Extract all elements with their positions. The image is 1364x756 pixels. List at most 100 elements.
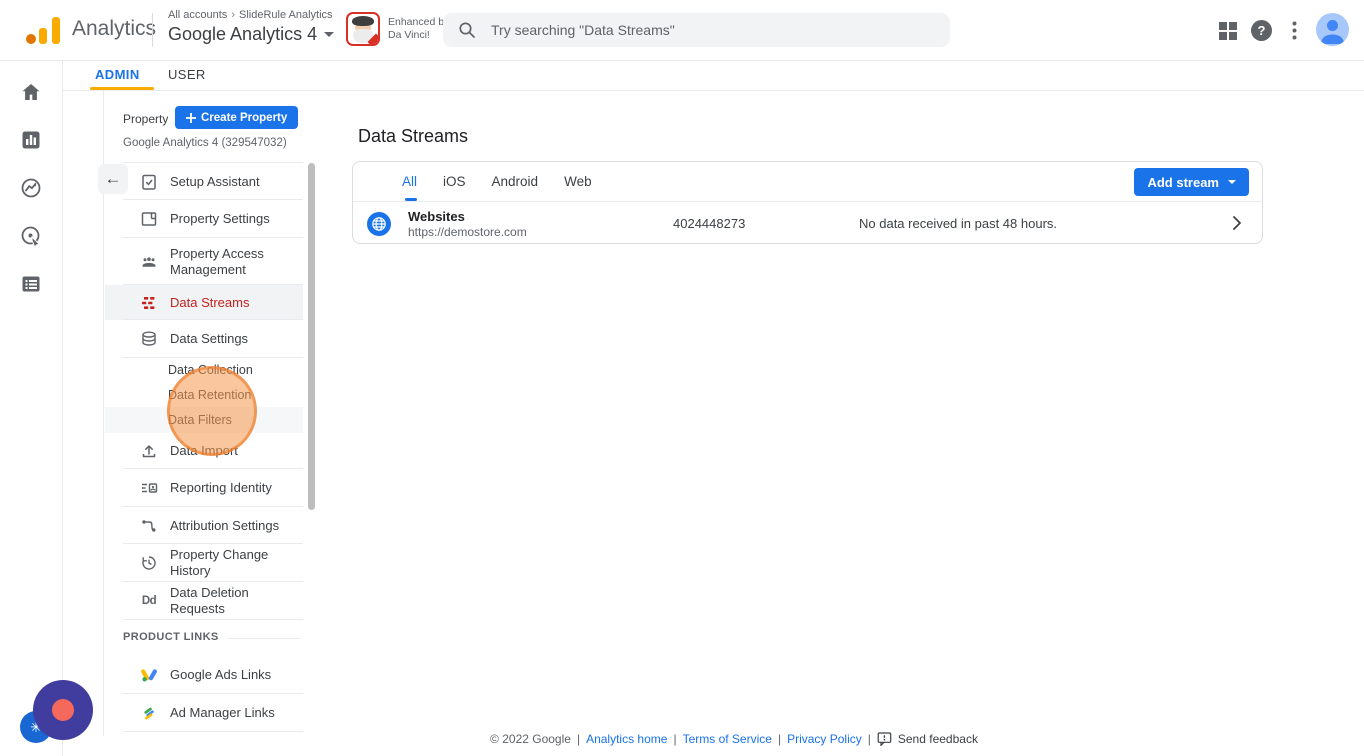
nav-explore[interactable] xyxy=(0,164,62,212)
menu-item-ad-manager-links[interactable]: Ad Manager Links xyxy=(105,694,303,732)
menu-item-property-access-management[interactable]: Property Access Management xyxy=(105,238,303,285)
breadcrumb-root[interactable]: All accounts xyxy=(168,9,227,21)
nav-home[interactable] xyxy=(0,68,62,116)
stream-status: No data received in past 48 hours. xyxy=(859,216,1058,231)
property-name: Google Analytics 4 (329547032) xyxy=(123,137,287,149)
stream-id: 4024448273 xyxy=(673,216,746,231)
add-stream-button[interactable]: Add stream xyxy=(1134,168,1249,196)
admin-list-icon xyxy=(22,276,40,292)
menu-subitem-data-retention[interactable]: Data Retention xyxy=(105,383,303,407)
footer-link-privacy-policy[interactable]: Privacy Policy xyxy=(787,732,862,746)
menu-item-data-streams[interactable]: Data Streams xyxy=(105,285,303,320)
home-icon xyxy=(22,84,40,100)
property-menu: Setup Assistant Property Settings Proper… xyxy=(105,163,303,732)
help-icon[interactable]: ? xyxy=(1251,20,1272,41)
chevron-down-icon xyxy=(1228,180,1236,184)
google-ads-icon xyxy=(140,666,158,684)
page-title: Data Streams xyxy=(358,126,469,146)
back-arrow-icon: ← xyxy=(104,169,122,188)
stream-row-websites[interactable]: Websites https://demostore.com 402444827… xyxy=(353,202,1262,245)
top-bar: Analytics All accounts › SlideRule Analyti… xyxy=(0,0,1364,61)
database-icon xyxy=(140,330,158,348)
stream-url: https://demostore.com xyxy=(408,224,527,239)
ad-manager-icon xyxy=(140,704,158,722)
explore-trend-icon xyxy=(21,178,41,198)
menu-subitem-data-collection[interactable]: Data Collection xyxy=(105,358,303,383)
search-input[interactable] xyxy=(489,21,913,39)
tab-user[interactable]: USER xyxy=(168,67,206,82)
menu-item-setup-assistant[interactable]: Setup Assistant xyxy=(105,163,303,200)
stream-tab-ios[interactable]: iOS xyxy=(443,174,466,189)
stream-name: Websites xyxy=(408,208,465,224)
menu-item-reporting-identity[interactable]: Reporting Identity xyxy=(105,469,303,507)
google-analytics-logo-icon xyxy=(26,17,60,44)
stream-tab-android[interactable]: Android xyxy=(492,174,539,189)
menu-item-data-import[interactable]: Data Import xyxy=(105,433,303,469)
web-globe-icon xyxy=(367,211,391,236)
property-menu-scrollbar[interactable] xyxy=(308,163,315,510)
chevron-down-icon xyxy=(324,32,335,37)
property-selector-label: Google Analytics 4 xyxy=(168,24,318,44)
tab-admin[interactable]: ADMIN xyxy=(95,67,140,82)
brand-name: Analytics xyxy=(72,17,157,40)
advertising-target-icon xyxy=(21,226,41,248)
enhanced-badge-text: Enhanced by Da Vinci! xyxy=(388,15,450,41)
section-product-links: PRODUCT LINKS xyxy=(105,620,303,656)
history-icon xyxy=(140,554,158,572)
user-avatar[interactable] xyxy=(1316,13,1349,46)
stream-tab-web[interactable]: Web xyxy=(564,174,592,189)
search-icon xyxy=(459,22,475,38)
property-panel-header: Property Create Property Google Analytic… xyxy=(105,100,305,163)
dd-icon: Dd xyxy=(141,595,157,607)
feedback-bubble-icon xyxy=(877,732,892,746)
setup-assistant-icon xyxy=(140,173,158,191)
search-bar[interactable] xyxy=(443,13,950,47)
grid-apps-icon[interactable] xyxy=(1218,21,1238,41)
davinci-avatar-icon xyxy=(346,12,380,46)
stream-type-tabs: All iOS Android Web Add stream xyxy=(353,162,1262,202)
upload-icon xyxy=(140,442,158,460)
menu-item-data-settings[interactable]: Data Settings xyxy=(105,320,303,358)
active-stream-tab-underline xyxy=(405,198,417,201)
property-selector[interactable]: Google Analytics 4 xyxy=(168,24,335,45)
send-feedback-link[interactable]: Send feedback xyxy=(877,731,978,746)
divider xyxy=(152,13,153,47)
footer-link-analytics-home[interactable]: Analytics home xyxy=(586,732,667,746)
breadcrumb-account[interactable]: SlideRule Analytics xyxy=(239,9,333,21)
nav-advertising[interactable] xyxy=(0,212,62,260)
more-options-icon[interactable] xyxy=(1292,21,1297,40)
data-streams-card: All iOS Android Web Add stream Websites … xyxy=(352,161,1263,244)
enhanced-by-davinci-badge[interactable]: Enhanced by Da Vinci! xyxy=(346,12,449,46)
copyright: © 2022 Google xyxy=(490,731,571,746)
plus-icon xyxy=(186,112,196,123)
left-nav-rail xyxy=(0,60,63,756)
menu-item-property-change-history[interactable]: Property Change History xyxy=(105,544,303,582)
menu-item-google-ads-links[interactable]: Google Ads Links xyxy=(105,656,303,694)
help-glyph: ? xyxy=(1257,23,1266,38)
stream-name-block: Websites https://demostore.com xyxy=(408,209,527,239)
menu-subitem-data-filters[interactable]: Data Filters xyxy=(105,407,303,433)
nav-admin[interactable] xyxy=(0,260,62,308)
analytics-admin-page: Analytics All accounts › SlideRule Analyti… xyxy=(0,0,1364,756)
chevron-right-icon[interactable] xyxy=(1228,214,1246,232)
create-property-button[interactable]: Create Property xyxy=(175,106,299,129)
data-streams-icon xyxy=(140,294,158,312)
identity-icon xyxy=(140,479,158,497)
property-label: Property xyxy=(123,112,169,126)
person-icon xyxy=(1321,20,1344,44)
breadcrumb-separator: › xyxy=(231,9,235,21)
menu-item-property-settings[interactable]: Property Settings xyxy=(105,200,303,238)
nav-reports[interactable] xyxy=(0,116,62,164)
stream-tab-all[interactable]: All xyxy=(402,174,417,189)
bar-chart-icon xyxy=(22,131,40,149)
divider xyxy=(63,90,1364,91)
route-icon xyxy=(140,517,158,535)
record-dot-icon xyxy=(52,699,74,721)
footer: © 2022 Google | Analytics home | Terms o… xyxy=(490,731,978,746)
footer-link-terms-of-service[interactable]: Terms of Service xyxy=(683,732,772,746)
menu-item-data-deletion-requests[interactable]: Dd Data Deletion Requests xyxy=(105,582,303,620)
menu-item-attribution-settings[interactable]: Attribution Settings xyxy=(105,507,303,544)
collapse-panel-button[interactable]: ← xyxy=(98,164,128,194)
property-settings-icon xyxy=(140,210,158,228)
recorder-record-button[interactable] xyxy=(33,680,93,740)
